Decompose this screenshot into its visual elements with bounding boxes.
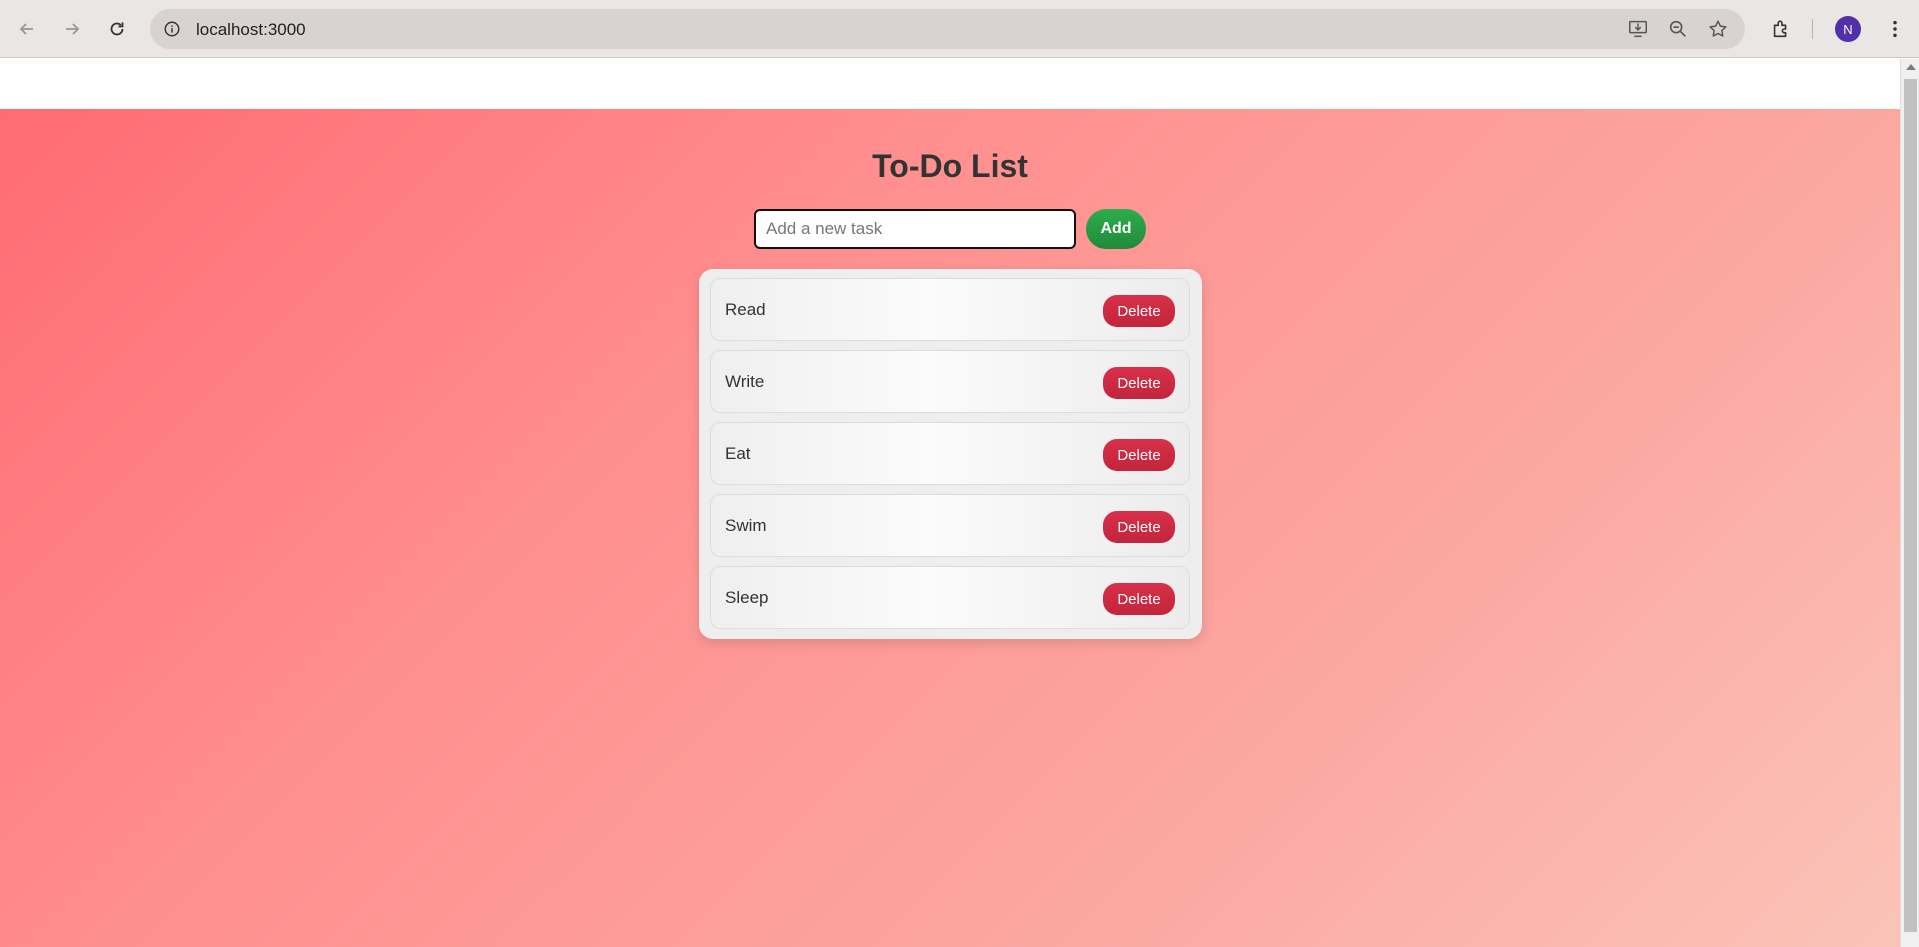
kebab-menu-icon[interactable] — [1880, 14, 1910, 44]
reload-icon — [110, 22, 124, 36]
arrow-left-icon — [19, 23, 33, 35]
page-scrollbar[interactable] — [1900, 59, 1919, 947]
url-text[interactable]: localhost:3000 — [196, 20, 306, 40]
scrollbar-thumb[interactable] — [1904, 79, 1917, 932]
list-item: Eat Delete — [710, 422, 1190, 485]
reload-button[interactable] — [100, 12, 134, 46]
list-item: Read Delete — [710, 278, 1190, 341]
task-label: Swim — [725, 516, 767, 535]
toolbar-divider — [1812, 19, 1813, 39]
new-task-input[interactable] — [754, 209, 1076, 249]
page-title: To-Do List — [872, 148, 1028, 184]
bookmark-star-icon[interactable] — [1706, 17, 1730, 41]
back-button[interactable] — [10, 12, 44, 46]
list-item: Swim Delete — [710, 494, 1190, 557]
delete-task-button[interactable]: Delete — [1103, 367, 1175, 399]
task-label: Sleep — [725, 588, 769, 607]
task-list: Read Delete Write Delete Eat Delete Swim… — [699, 269, 1202, 639]
task-label: Read — [725, 300, 766, 319]
delete-task-button[interactable]: Delete — [1103, 295, 1175, 327]
scroll-up-arrow-icon[interactable] — [1906, 64, 1916, 70]
list-item: Sleep Delete — [710, 566, 1190, 629]
delete-task-button[interactable]: Delete — [1103, 583, 1175, 615]
address-bar[interactable]: localhost:3000 — [150, 9, 1745, 49]
delete-task-button[interactable]: Delete — [1103, 439, 1175, 471]
zoom-out-icon[interactable] — [1666, 17, 1690, 41]
delete-task-button[interactable]: Delete — [1103, 511, 1175, 543]
list-item: Write Delete — [710, 350, 1190, 413]
add-task-button[interactable]: Add — [1086, 209, 1146, 249]
arrow-right-icon — [66, 23, 80, 35]
task-label: Eat — [725, 444, 751, 463]
page-header-area — [0, 59, 1900, 109]
extensions-icon[interactable] — [1766, 14, 1796, 44]
forward-button[interactable] — [55, 12, 89, 46]
task-label: Write — [725, 372, 765, 391]
install-app-icon[interactable] — [1626, 17, 1650, 41]
browser-toolbar: localhost:3000 N — [0, 0, 1919, 58]
profile-avatar[interactable]: N — [1835, 16, 1861, 42]
site-info-icon[interactable] — [160, 17, 184, 41]
